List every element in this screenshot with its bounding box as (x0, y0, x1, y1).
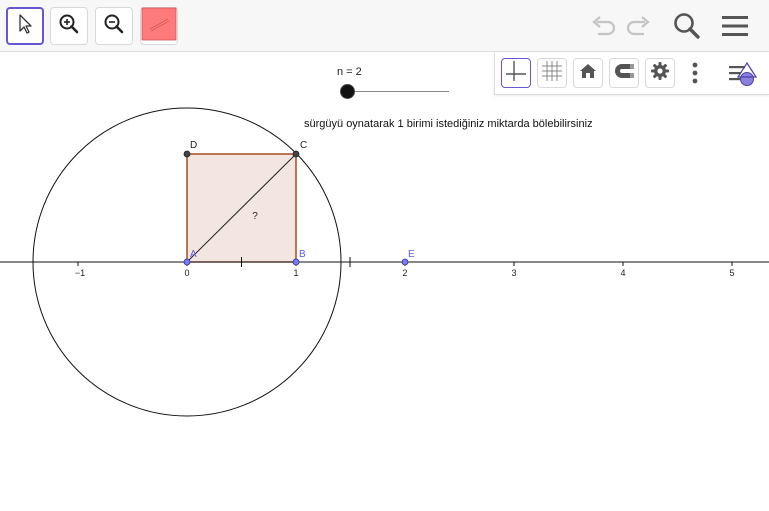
tick-label: 3 (511, 268, 516, 278)
standard-view-button[interactable] (573, 58, 603, 88)
toggle-axes-button[interactable] (501, 58, 531, 88)
axes-icon (505, 60, 527, 87)
zoom-out-button[interactable] (95, 7, 133, 45)
point-b[interactable] (292, 258, 300, 266)
instruction-text: sürgüyü oynatarak 1 birimi istediğiniz m… (304, 118, 593, 130)
axis-ticks (77, 262, 733, 266)
color-tool-button[interactable] (140, 7, 178, 45)
cursor-arrow-icon (15, 13, 35, 40)
tick-label: 4 (620, 268, 625, 278)
zoom-in-button[interactable] (50, 7, 88, 45)
more-icon[interactable] (685, 58, 705, 88)
point-capturing-button[interactable] (609, 58, 639, 88)
tick-label: 2 (402, 268, 407, 278)
toggle-grid-button[interactable] (537, 58, 567, 88)
graphics-style-bar (494, 53, 769, 95)
point-e[interactable] (401, 258, 409, 266)
point-a[interactable] (183, 258, 191, 266)
slider-label: n = 2 (337, 66, 362, 78)
circle (32, 107, 342, 417)
magnet-icon (612, 61, 636, 86)
tick-label: 0 (184, 268, 189, 278)
zoom-in-icon (57, 12, 81, 41)
algebra-view-icon[interactable] (727, 57, 761, 91)
move-tool-button[interactable] (6, 7, 44, 45)
point-c[interactable] (292, 150, 300, 158)
settings-icon (650, 61, 670, 86)
color-swatch-icon (141, 7, 177, 46)
toolbar (0, 0, 769, 52)
tick-label: −1 (75, 268, 85, 278)
home-icon (578, 61, 598, 86)
undo-icon[interactable] (588, 12, 618, 42)
diagonal-segment[interactable] (186, 153, 297, 263)
grid-icon (540, 59, 564, 88)
slider-knob[interactable] (340, 84, 355, 99)
square-polygon[interactable] (186, 153, 297, 263)
point-d[interactable] (183, 150, 191, 158)
diagonal-question-label: ? (252, 211, 258, 222)
redo-icon[interactable] (624, 12, 654, 42)
graphics-settings-button[interactable] (645, 58, 675, 88)
slider-track[interactable] (347, 91, 449, 92)
point-e-label: E (408, 249, 415, 260)
tick-label: 5 (729, 268, 734, 278)
point-a-label: A (190, 249, 197, 260)
point-c-label: C (300, 140, 307, 151)
point-b-label: B (299, 249, 306, 260)
menu-icon[interactable] (719, 10, 751, 42)
tick-label: 1 (293, 268, 298, 278)
zoom-out-icon (102, 12, 126, 41)
point-d-label: D (190, 140, 197, 151)
search-icon[interactable] (671, 10, 703, 42)
